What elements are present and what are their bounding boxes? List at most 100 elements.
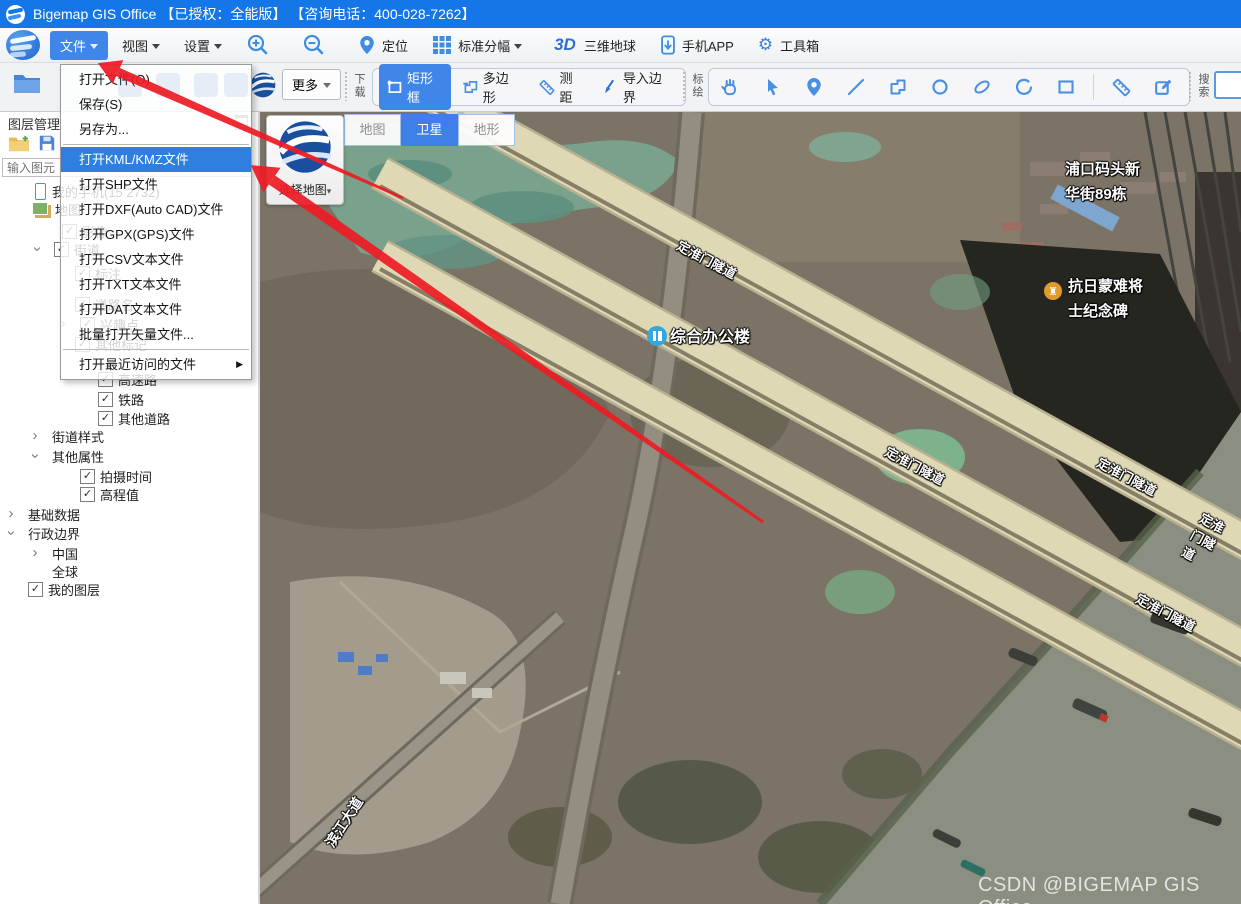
tree-expand-icon[interactable]: › xyxy=(30,545,40,560)
watermark: CSDN @BIGEMAP GIS Office xyxy=(978,874,1200,904)
ellipse-tool-button[interactable] xyxy=(967,72,997,102)
globe-3d-label: 三维地球 xyxy=(583,38,636,54)
layer-tree-item[interactable]: 我的图层 xyxy=(48,580,100,599)
file-menu-item[interactable]: 保存(S) xyxy=(61,92,251,117)
grid-icon xyxy=(433,36,452,54)
tree-expand-icon[interactable]: › xyxy=(6,506,16,521)
file-menu-item[interactable]: 打开DAT文本文件 xyxy=(61,297,251,322)
search-input[interactable] xyxy=(1214,71,1241,99)
hand-tool-button[interactable] xyxy=(715,72,745,102)
rect-frame-icon xyxy=(387,80,402,93)
phone-app-label: 手机APP xyxy=(681,38,734,54)
file-menu-item[interactable]: 打开文件(O) xyxy=(61,67,251,92)
menu-file[interactable]: 文件 xyxy=(50,30,109,60)
file-menu-item[interactable]: 打开DXF(Auto CAD)文件 xyxy=(61,197,251,222)
tree-expand-icon[interactable]: › xyxy=(30,428,40,443)
map-type-terrain[interactable]: 地形 xyxy=(458,114,515,146)
polygon-tool-button[interactable] xyxy=(883,72,913,102)
layer-tree-item[interactable]: 行政边界 xyxy=(28,524,80,543)
layer-tree-item[interactable]: 全球 xyxy=(52,562,78,581)
poi-label: 综合办公楼 xyxy=(670,329,751,346)
open-folder-button[interactable] xyxy=(12,69,42,97)
globe-3d-button[interactable]: 3D 三维地球 xyxy=(544,30,646,60)
three-d-icon: 3D xyxy=(554,35,576,54)
layer-checkbox[interactable]: ✓ xyxy=(80,469,95,484)
annotate-tool-button[interactable] xyxy=(1148,72,1178,102)
file-menu-item[interactable]: 打开TXT文本文件 xyxy=(61,272,251,297)
menu-bar: 文件 视图 设置 定位 标准分幅 3D 三维地球 手机APP ⚙ 工具箱 xyxy=(0,28,1241,63)
poi-label: 浦口码头新 华街89栋 xyxy=(1065,161,1141,203)
zoom-out-icon xyxy=(303,34,324,55)
polygon-label: 多边形 xyxy=(482,71,509,105)
layer-checkbox[interactable]: ✓ xyxy=(80,487,95,502)
select-tool-button[interactable] xyxy=(757,72,787,102)
file-menu-item[interactable]: 打开CSV文本文件 xyxy=(61,247,251,272)
more-button[interactable]: 更多 xyxy=(282,69,342,100)
chevron-down-icon xyxy=(152,43,161,49)
layer-checkbox[interactable]: ✓ xyxy=(98,411,113,426)
grid-frame-button[interactable]: 标准分幅 xyxy=(422,30,532,60)
layer-tree-item[interactable]: 高程值 xyxy=(100,485,139,504)
file-menu-item[interactable]: 批量打开矢量文件... xyxy=(61,322,251,347)
import-boundary-button[interactable]: 导入边界 xyxy=(595,64,679,110)
marker-pin-icon xyxy=(807,78,821,96)
layer-tree-item[interactable]: 铁路 xyxy=(118,390,144,409)
select-map-label: 选择地图 xyxy=(278,183,327,197)
layer-tree-item[interactable]: 拍摄时间 xyxy=(100,467,152,486)
menu-settings[interactable]: 设置 xyxy=(174,31,232,60)
marker-tool-button[interactable] xyxy=(799,72,829,102)
line-icon xyxy=(847,78,865,96)
drag-handle[interactable] xyxy=(682,71,686,101)
map-canvas[interactable]: 定淮门隧道 定淮门隧道 定淮门隧道 定淮门隧道 定淮门隧道 滨江大道 浦口码头新 华街89栋… xyxy=(260,112,1241,904)
menu-separator xyxy=(63,349,249,350)
tree-expand-icon[interactable]: › xyxy=(3,528,20,538)
layer-checkbox[interactable]: ✓ xyxy=(28,582,43,597)
import-boundary-label: 导入边界 xyxy=(622,71,662,105)
drag-handle[interactable] xyxy=(1188,71,1192,101)
folder-icon xyxy=(14,75,40,93)
zoom-in-button[interactable] xyxy=(236,28,280,62)
line-tool-button[interactable] xyxy=(841,72,871,102)
map-type-satellite[interactable]: 卫星 xyxy=(401,114,458,146)
file-menu-dropdown: 打开文件(O) 保存(S) 另存为... 打开KML/KMZ文件 打开SHP文件 打开DX… xyxy=(60,64,252,380)
grid-label: 标准分幅 xyxy=(458,38,511,54)
polygon-download-button[interactable]: 多边形 xyxy=(455,64,527,110)
download-vertical-label: 下载 xyxy=(353,73,365,99)
locate-button[interactable]: 定位 xyxy=(348,30,418,60)
zoom-out-button[interactable] xyxy=(292,28,336,62)
submenu-arrow-icon: ▶ xyxy=(236,359,243,369)
poi-label: 抗日蒙难将 士纪念碑 xyxy=(1068,278,1144,320)
measure-button[interactable]: 测距 xyxy=(531,64,591,110)
layer-checkbox[interactable]: ✓ xyxy=(98,392,113,407)
polygon-icon xyxy=(463,81,478,93)
layer-tree-item[interactable]: 基础数据 xyxy=(28,505,80,524)
menu-view[interactable]: 视图 xyxy=(112,31,170,60)
rectangle-tool-button[interactable] xyxy=(1051,72,1081,102)
circle-tool-button[interactable] xyxy=(925,72,955,102)
file-menu-item[interactable]: 打开SHP文件 xyxy=(61,172,251,197)
toolbox-button[interactable]: ⚙ 工具箱 xyxy=(748,30,829,60)
phone-app-icon xyxy=(661,35,675,55)
layer-tree-item[interactable]: 街道样式 xyxy=(52,427,104,446)
bigemap-logo-icon xyxy=(6,30,40,60)
file-menu-item[interactable]: 另存为... xyxy=(61,117,251,142)
arc-tool-button[interactable] xyxy=(1009,72,1039,102)
layer-tree-item[interactable]: 中国 xyxy=(52,544,78,563)
file-menu-item[interactable]: 打开KML/KMZ文件 xyxy=(61,147,251,172)
select-map-button[interactable]: 选择地图▾ xyxy=(266,115,344,205)
satellite-imagery xyxy=(260,112,1241,904)
layer-tree-item[interactable]: 其他道路 xyxy=(118,409,170,428)
map-type-map[interactable]: 地图 xyxy=(344,114,401,146)
zoom-in-icon xyxy=(247,34,268,55)
rect-frame-button[interactable]: 矩形框 xyxy=(379,64,451,110)
tree-expand-icon[interactable]: › xyxy=(29,244,46,254)
measure-label: 测距 xyxy=(559,71,573,105)
drag-handle[interactable] xyxy=(344,71,348,101)
phone-app-button[interactable]: 手机APP xyxy=(650,30,744,60)
google-earth-button[interactable] xyxy=(250,72,276,98)
layer-tree-item[interactable]: 其他属性 xyxy=(52,447,104,466)
file-menu-item[interactable]: 打开GPX(GPS)文件 xyxy=(61,222,251,247)
ruler-tool-button[interactable] xyxy=(1106,72,1136,102)
tree-expand-icon[interactable]: › xyxy=(27,451,44,461)
file-menu-item[interactable]: 打开最近访问的文件 ▶ xyxy=(61,352,251,377)
